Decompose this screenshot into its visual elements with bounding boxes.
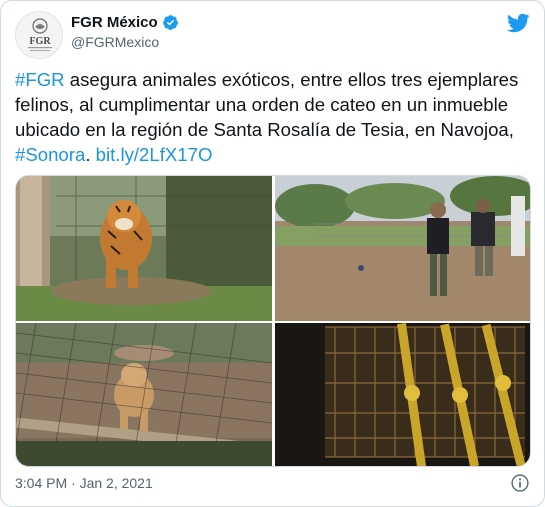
tweet-text: #FGR asegura animales exóticos, entre el…: [15, 67, 535, 167]
tweet-body-1: asegura animales exóticos, entre ellos t…: [15, 69, 519, 140]
fgr-seal-logo: FGR: [16, 12, 62, 58]
timestamp[interactable]: 3:04 PM · Jan 2, 2021: [15, 475, 153, 491]
user-handle[interactable]: @FGRMexico: [71, 34, 159, 50]
photo-tiger[interactable]: [16, 176, 272, 321]
short-link[interactable]: bit.ly/2LfX17O: [96, 144, 213, 165]
avatar[interactable]: FGR: [15, 11, 63, 59]
avatar-text: FGR: [29, 36, 51, 47]
tweet-body-2: .: [85, 144, 96, 165]
tweet-card: FGR FGR México @FGRMexico #FGR asegura a…: [0, 0, 545, 507]
info-icon[interactable]: [510, 473, 530, 493]
hashtag-fgr[interactable]: #FGR: [15, 69, 65, 90]
verified-badge-icon: [162, 15, 178, 30]
photo-agents[interactable]: [275, 176, 530, 321]
media-grid: [15, 175, 531, 467]
photo-cage[interactable]: [275, 323, 530, 466]
hashtag-sonora[interactable]: #Sonora: [15, 144, 85, 165]
twitter-bird-icon[interactable]: [506, 11, 530, 35]
photo-lion-cub[interactable]: [16, 323, 272, 466]
display-name[interactable]: FGR México: [71, 14, 158, 31]
